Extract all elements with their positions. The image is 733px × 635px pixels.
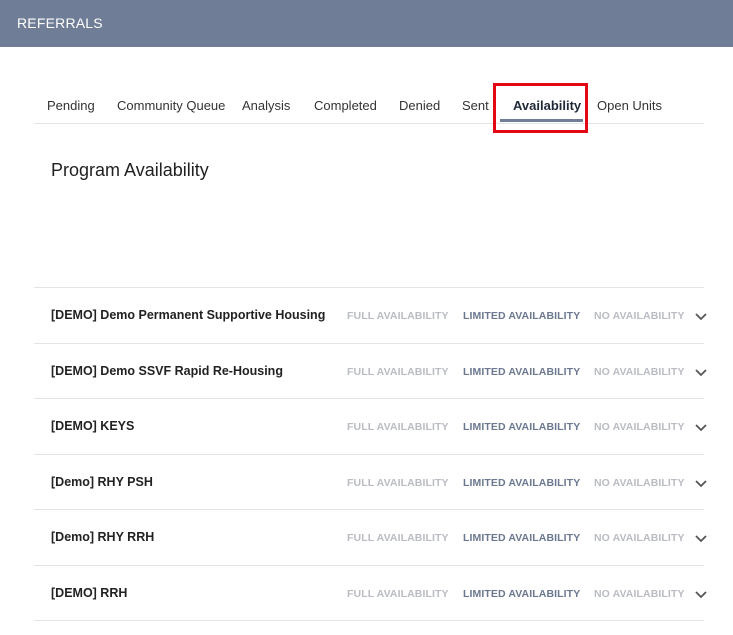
limited-availability-option[interactable]: LIMITED AVAILABILITY: [463, 310, 580, 322]
limited-availability-option[interactable]: LIMITED AVAILABILITY: [463, 366, 580, 378]
limited-availability-option[interactable]: LIMITED AVAILABILITY: [463, 532, 580, 544]
full-availability-option[interactable]: FULL AVAILABILITY: [347, 421, 449, 433]
referral-tabs: Pending Community Queue Analysis Complet…: [34, 86, 704, 124]
full-availability-option[interactable]: FULL AVAILABILITY: [347, 366, 449, 378]
top-header-bar: REFERRALS: [0, 0, 733, 47]
no-availability-option[interactable]: NO AVAILABILITY: [594, 532, 685, 544]
limited-availability-option[interactable]: LIMITED AVAILABILITY: [463, 588, 580, 600]
full-availability-option[interactable]: FULL AVAILABILITY: [347, 532, 449, 544]
no-availability-option[interactable]: NO AVAILABILITY: [594, 421, 685, 433]
no-availability-option[interactable]: NO AVAILABILITY: [594, 588, 685, 600]
limited-availability-option[interactable]: LIMITED AVAILABILITY: [463, 477, 580, 489]
tab-open-units[interactable]: Open Units: [597, 98, 662, 113]
chevron-down-icon[interactable]: [694, 312, 708, 322]
tab-completed[interactable]: Completed: [314, 98, 377, 113]
program-row[interactable]: [DEMO] Demo SSVF Rapid Re-Housing FULL A…: [34, 344, 707, 399]
tab-community-queue[interactable]: Community Queue: [117, 98, 225, 113]
chevron-down-icon[interactable]: [694, 479, 708, 489]
full-availability-option[interactable]: FULL AVAILABILITY: [347, 588, 449, 600]
program-row[interactable]: [Demo] RHY RRH FULL AVAILABILITY LIMITED…: [34, 510, 707, 566]
limited-availability-option[interactable]: LIMITED AVAILABILITY: [463, 421, 580, 433]
no-availability-option[interactable]: NO AVAILABILITY: [594, 310, 685, 322]
program-name: [DEMO] KEYS: [51, 419, 135, 433]
program-row[interactable]: [DEMO] Demo Permanent Supportive Housing…: [34, 288, 707, 344]
program-name: [Demo] RHY RRH: [51, 530, 155, 544]
program-name: [DEMO] RRH: [51, 585, 128, 600]
program-name: [Demo] RHY PSH: [51, 474, 153, 489]
chevron-down-icon[interactable]: [694, 590, 708, 600]
program-row[interactable]: [DEMO] RRH FULL AVAILABILITY LIMITED AVA…: [34, 566, 707, 621]
program-list: [DEMO] Demo Permanent Supportive Housing…: [34, 287, 707, 621]
tab-denied[interactable]: Denied: [399, 98, 440, 113]
full-availability-option[interactable]: FULL AVAILABILITY: [347, 310, 449, 322]
availability-tab-highlight: [493, 83, 588, 133]
program-row[interactable]: [Demo] RHY PSH FULL AVAILABILITY LIMITED…: [34, 455, 707, 510]
page-header-title: REFERRALS: [17, 15, 103, 31]
program-name: [DEMO] Demo SSVF Rapid Re-Housing: [51, 363, 283, 378]
tab-analysis[interactable]: Analysis: [242, 98, 290, 113]
tab-sent[interactable]: Sent: [462, 98, 489, 113]
tab-pending[interactable]: Pending: [47, 98, 95, 113]
chevron-down-icon[interactable]: [694, 423, 708, 433]
chevron-down-icon[interactable]: [694, 534, 708, 544]
no-availability-option[interactable]: NO AVAILABILITY: [594, 477, 685, 489]
full-availability-option[interactable]: FULL AVAILABILITY: [347, 477, 449, 489]
program-row[interactable]: [DEMO] KEYS FULL AVAILABILITY LIMITED AV…: [34, 399, 707, 455]
program-name: [DEMO] Demo Permanent Supportive Housing: [51, 308, 326, 322]
chevron-down-icon[interactable]: [694, 368, 708, 378]
section-title: Program Availability: [51, 160, 209, 180]
no-availability-option[interactable]: NO AVAILABILITY: [594, 366, 685, 378]
